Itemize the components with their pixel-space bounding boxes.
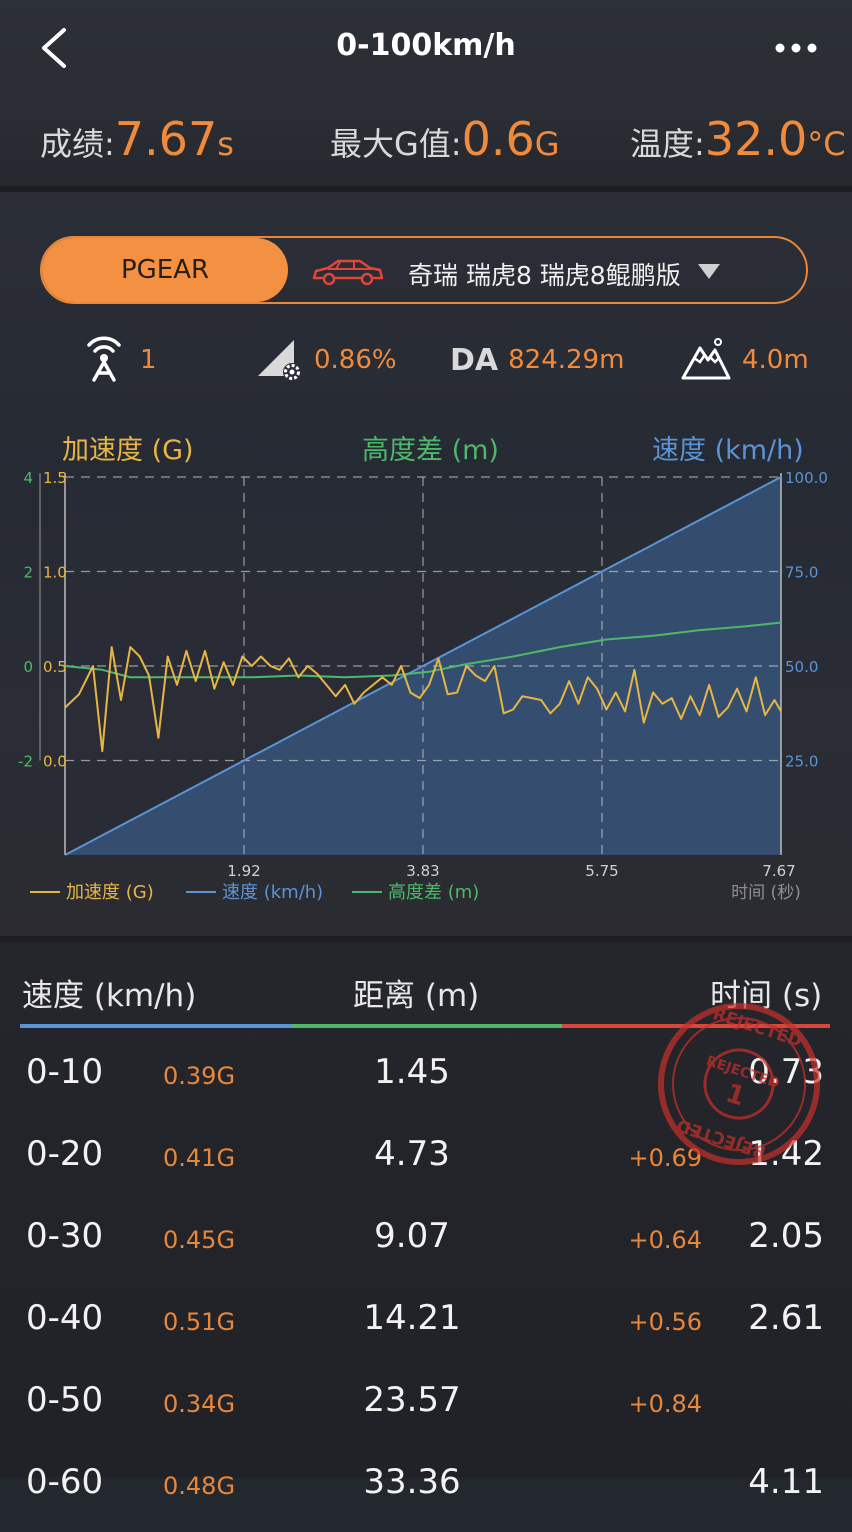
performance-chart: 4 2 0 -2 1.5 1.0 0.5 0.0 100.0 75.0 50.0 25.0 1.92 3.… [18,469,828,903]
da-label: DA [450,342,499,378]
legend-label: 加速度 (G) [66,882,154,903]
chevron-down-icon[interactable] [698,264,720,280]
distance-value: 33.36 [363,1462,461,1502]
y-tick-label-outer: 2 [23,564,33,582]
y-tick-label-inner: 1.0 [43,564,67,582]
x-tick-label: 3.83 [406,862,439,880]
car-model-name[interactable]: 奇瑞 瑞虎8 瑞虎8鲲鹏版 [408,256,681,292]
temperature-label: 温度: [630,125,705,163]
temperature-value: 32.0 [704,112,808,166]
time-value: 2.61 [748,1298,824,1338]
distance-column-header: 距离 (m) [353,978,480,1014]
x-tick-label: 1.92 [227,862,260,880]
time-value: 2.05 [748,1216,824,1256]
elevation-value: 4.0m [742,345,809,375]
x-tick-label: 7.67 [762,862,795,880]
y-tick-label-outer: -2 [18,753,33,771]
time-value: 4.11 [748,1462,824,1502]
y-tick-label-right: 25.0 [785,753,818,771]
x-axis-label: 时间 (秒) [731,883,801,903]
chart-divider [0,936,852,942]
max-g-value: 0.6 [461,112,535,166]
y-tick-label-outer: 4 [23,469,33,487]
y-tick-label-right: 100.0 [785,469,828,487]
distance-header-underline [292,1024,562,1028]
y-tick-label-inner: 0.5 [43,658,67,676]
slope-value: 0.86% [314,345,397,375]
legend-label: 高度差 (m) [388,882,479,903]
slope-gear-icon [258,340,301,381]
y-tick-label-outer: 0 [23,658,33,676]
time-delta: +0.64 [628,1226,702,1254]
max-g-label: 最大G值: [330,125,462,163]
table-row: 0-40 0.51G 14.21 +0.56 2.61 [0,1286,852,1368]
result-stat: 成绩:7.67s [40,112,234,166]
density-altitude-metric: DA 824.29m [450,336,624,384]
more-options-icon[interactable] [770,30,822,66]
speed-column-header: 速度 (km/h) [22,978,197,1014]
car-icon [312,259,384,286]
satellite-signal-icon [87,336,121,382]
temperature-stat: 温度:32.0°C [630,112,846,166]
rejected-stamp: REJECTED REJECTED REJECTED 1 [658,1003,820,1165]
mountain-icon [681,338,731,380]
table-row: 0-30 0.45G 9.07 +0.64 2.05 [0,1204,852,1286]
y-tick-label-right: 50.0 [785,658,818,676]
time-delta: +0.56 [628,1308,702,1336]
table-row: 0-50 0.34G 23.57 +0.84 [0,1368,852,1450]
satellite-metric: 1 [78,336,157,384]
header-divider [0,186,852,192]
temperature-unit: °C [807,125,846,163]
slope-metric: 0.86% [254,336,397,384]
pgear-button[interactable]: PGEAR [42,238,288,302]
x-tick-label: 5.75 [585,862,618,880]
max-g-unit: G [534,125,560,163]
time-delta: +0.84 [628,1390,702,1418]
legend-label: 速度 (km/h) [222,882,323,903]
y-tick-label-inner: 0.0 [43,753,67,771]
y-tick-label-inner: 1.5 [43,469,67,487]
page-title: 0-100km/h [336,28,516,63]
table-row: 0-60 0.48G 33.36 4.11 [0,1450,852,1532]
result-label: 成绩: [40,125,115,163]
da-value: 824.29m [508,345,625,375]
result-value: 7.67 [114,112,218,166]
y-tick-label-right: 75.0 [785,564,818,582]
stamp-text-bottom: REJECTED [674,1114,768,1162]
stamp-number: 1 [722,1078,748,1112]
satellite-count: 1 [140,345,157,375]
elevation-metric: 4.0m [680,336,809,384]
speed-header-underline [20,1024,292,1028]
result-unit: s [217,125,234,163]
max-g-stat: 最大G值:0.6G [330,112,560,166]
